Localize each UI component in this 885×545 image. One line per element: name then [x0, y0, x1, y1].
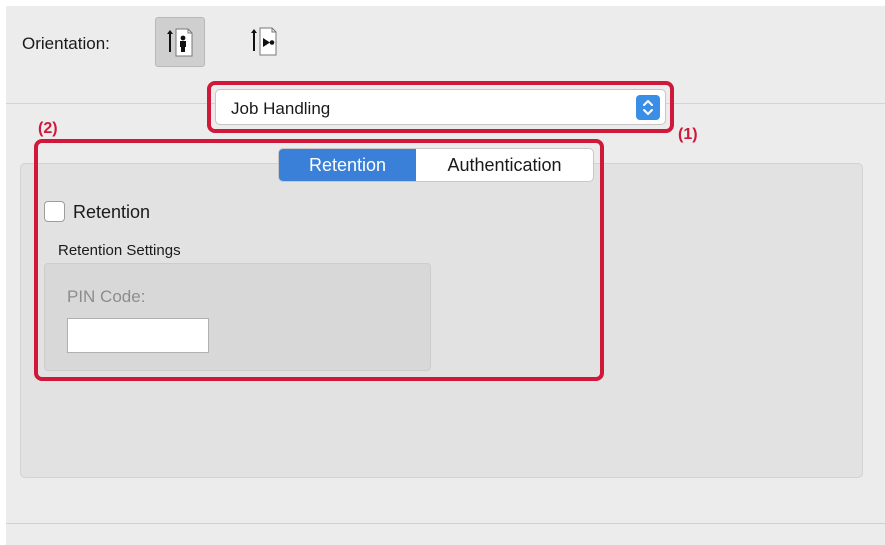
callout-box-1 — [207, 81, 674, 133]
callout-number-2: (2) — [38, 120, 58, 137]
callout-number-1: (1) — [678, 126, 698, 143]
bottom-divider — [6, 523, 885, 524]
portrait-orientation-icon — [167, 28, 193, 57]
portrait-orientation-button[interactable] — [155, 17, 205, 67]
orientation-label: Orientation: — [22, 34, 110, 53]
landscape-orientation-icon — [251, 27, 277, 56]
landscape-orientation-button[interactable] — [240, 17, 290, 67]
callout-box-2 — [34, 139, 604, 381]
